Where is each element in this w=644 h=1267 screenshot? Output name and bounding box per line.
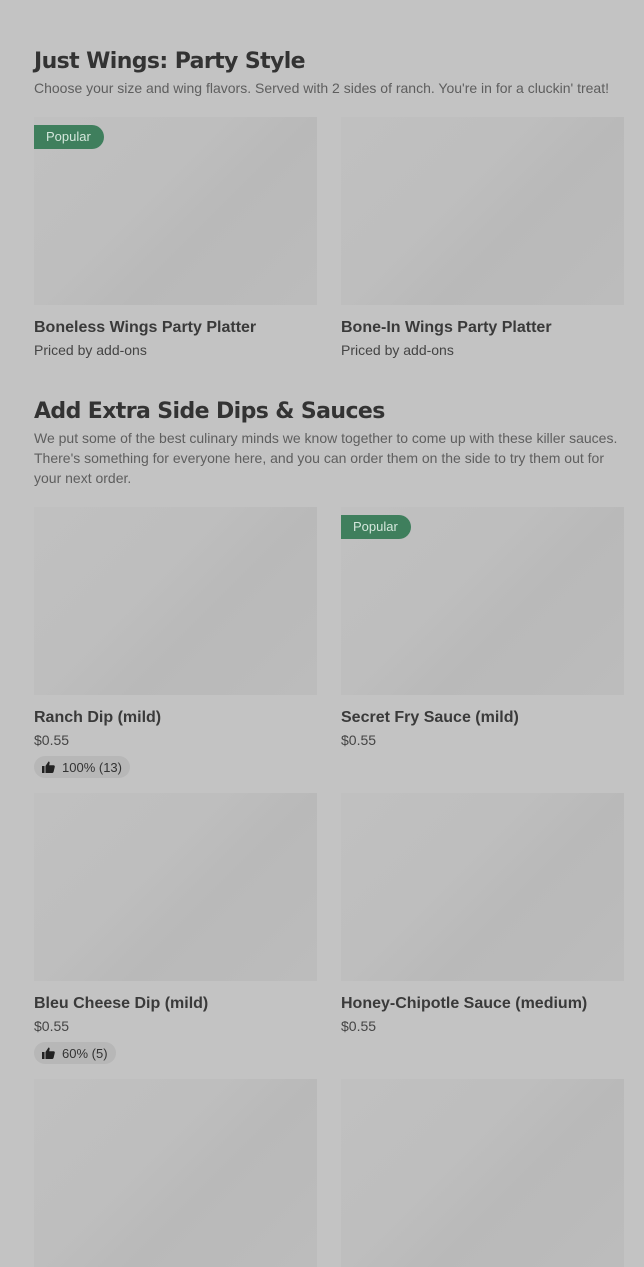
menu-item-boneless-wings[interactable]: Popular Boneless Wings Party Platter Pri…: [34, 117, 317, 359]
thumbs-up-icon: [42, 1047, 55, 1059]
item-image[interactable]: [341, 793, 624, 981]
section-description: Choose your size and wing flavors. Serve…: [34, 80, 609, 96]
item-image[interactable]: Popular: [341, 507, 624, 695]
item-image[interactable]: [341, 117, 624, 305]
thumbs-up-icon: [42, 761, 55, 773]
section-wings-party: Just Wings: Party Style Choose your size…: [34, 48, 624, 98]
item-name: Bone-In Wings Party Platter: [341, 319, 552, 336]
section-title: Add Extra Side Dips & Sauces: [34, 399, 385, 424]
item-price: Priced by add-ons: [341, 342, 454, 358]
menu-item-bleu-cheese-dip[interactable]: Bleu Cheese Dip (mild) $0.55 60% (5): [34, 793, 317, 1064]
item-name: Honey-Chipotle Sauce (medium): [341, 995, 588, 1012]
section-side-dips-sauces: Add Extra Side Dips & Sauces We put some…: [34, 398, 624, 488]
rating-text: 100% (13): [62, 759, 122, 775]
menu-item-next[interactable]: [34, 1079, 317, 1267]
item-name: Secret Fry Sauce (mild): [341, 709, 519, 726]
section-description: We put some of the best culinary minds w…: [34, 430, 618, 486]
section-title: Just Wings: Party Style: [34, 49, 306, 74]
item-image[interactable]: [34, 793, 317, 981]
item-price: $0.55: [341, 732, 377, 748]
item-price: $0.55: [341, 1018, 377, 1034]
rating-badge: 60% (5): [34, 1042, 116, 1064]
rating-text: 60% (5): [62, 1045, 108, 1061]
item-name: Ranch Dip (mild): [34, 709, 162, 726]
menu-item-ranch-dip[interactable]: Ranch Dip (mild) $0.55 100% (13): [34, 507, 317, 778]
item-image[interactable]: [34, 1079, 317, 1267]
popular-badge: Popular: [341, 515, 411, 539]
menu-item-next[interactable]: [341, 1079, 624, 1267]
menu-item-bone-in-wings[interactable]: Bone-In Wings Party Platter Priced by ad…: [341, 117, 624, 359]
rating-badge: 100% (13): [34, 756, 130, 778]
menu-item-secret-fry-sauce[interactable]: Popular Secret Fry Sauce (mild) $0.55: [341, 507, 624, 749]
item-name: Boneless Wings Party Platter: [34, 319, 257, 336]
item-name: Bleu Cheese Dip (mild): [34, 995, 209, 1012]
item-price: $0.55: [34, 1018, 70, 1034]
item-price: $0.55: [34, 732, 70, 748]
menu-item-honey-chipotle-sauce[interactable]: Honey-Chipotle Sauce (medium) $0.55: [341, 793, 624, 1035]
item-image[interactable]: [34, 507, 317, 695]
item-image[interactable]: Popular: [34, 117, 317, 305]
item-price: Priced by add-ons: [34, 342, 147, 358]
popular-badge: Popular: [34, 125, 104, 149]
item-image[interactable]: [341, 1079, 624, 1267]
